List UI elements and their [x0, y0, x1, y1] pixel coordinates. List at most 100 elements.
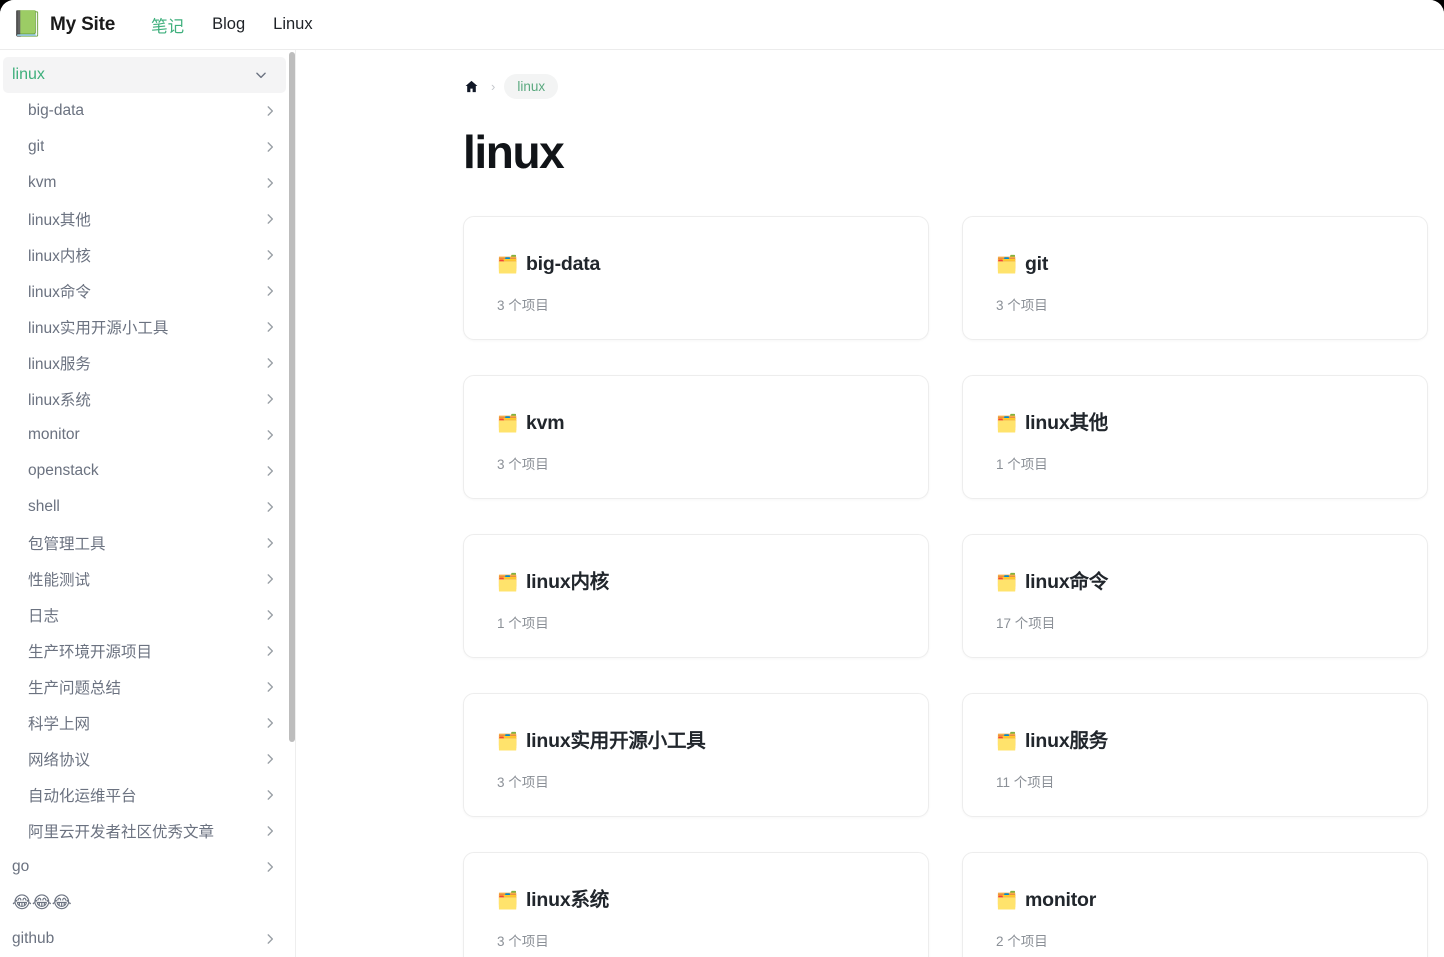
breadcrumb: › linux — [297, 72, 1444, 100]
sidebar-item-label: shell — [28, 498, 60, 515]
sidebar-item-阿里云开发者社区优秀文章[interactable]: 阿里云开发者社区优秀文章 — [0, 813, 295, 849]
sidebar-item-label: linux实用开源小工具 — [28, 320, 169, 337]
folder-card-title: 🗂️ linux内核 — [497, 570, 928, 593]
folder-card-count: 1 个项目 — [497, 616, 549, 632]
breadcrumb-current[interactable]: linux — [504, 73, 559, 99]
folder-card-title: 🗂️ linux其他 — [996, 411, 1427, 434]
sidebar-item-label: go — [12, 858, 30, 875]
chevron-right-icon — [263, 932, 277, 946]
folder-card[interactable]: 🗂️ big-data 3 个项目 — [463, 215, 929, 340]
chevron-right-icon — [263, 428, 277, 442]
sidebar-list: linux big-data git kvm linux其他 linux内核 linux命令… — [0, 50, 295, 957]
folder-card[interactable]: 🗂️ kvm 3 个项目 — [463, 374, 929, 499]
breadcrumb-separator: › — [491, 78, 496, 94]
sidebar-item-网络协议[interactable]: 网络协议 — [0, 741, 295, 777]
folder-card[interactable]: 🗂️ monitor 2 个项目 — [962, 851, 1428, 957]
folder-card-label: linux内核 — [525, 570, 610, 593]
card-index-dividers-icon: 🗂️ — [497, 572, 518, 592]
sidebar-item-label: linux — [12, 66, 45, 83]
sidebar-item-linux内核[interactable]: linux内核 — [0, 237, 295, 273]
sidebar-item-label: linux其他 — [28, 212, 91, 229]
sidebar-item-科学上网[interactable]: 科学上网 — [0, 705, 295, 741]
card-index-dividers-icon: 🗂️ — [996, 890, 1017, 910]
folder-card-title: 🗂️ monitor — [996, 888, 1427, 911]
site-title: My Site — [50, 13, 116, 35]
green-book-icon: 📗 — [11, 10, 43, 38]
sidebar-item-label: monitor — [28, 426, 80, 443]
folder-card-label: monitor — [1024, 888, 1097, 911]
sidebar-item-label: 性能测试 — [28, 572, 91, 589]
chevron-right-icon — [263, 392, 277, 406]
nav-item-notes[interactable]: 笔记 — [137, 9, 198, 41]
folder-card-title: 🗂️ linux命令 — [996, 570, 1427, 593]
sidebar-item-自动化运维平台[interactable]: 自动化运维平台 — [0, 777, 295, 813]
chevron-down-icon — [254, 68, 268, 82]
nav-item-blog[interactable]: Blog — [198, 11, 259, 38]
page-title: linux — [463, 126, 565, 178]
app-window: 📗 My Site 笔记 Blog Linux linux big-data git… — [0, 0, 1444, 957]
folder-card-count: 3 个项目 — [996, 298, 1048, 314]
chevron-right-icon — [263, 608, 277, 622]
sidebar-item-label: 自动化运维平台 — [28, 788, 137, 805]
sidebar-item-label: 包管理工具 — [28, 536, 106, 553]
sidebar-item-go[interactable]: go — [0, 849, 295, 885]
folder-card[interactable]: 🗂️ linux系统 3 个项目 — [463, 851, 929, 957]
folder-card-label: linux命令 — [1024, 570, 1109, 593]
sidebar-scrollbar-thumb[interactable] — [289, 52, 295, 742]
chevron-right-icon — [263, 572, 277, 586]
chevron-right-icon — [263, 464, 277, 478]
sidebar-item-label: 😂😂😂 — [12, 893, 72, 912]
sidebar-item-shell[interactable]: shell — [0, 489, 295, 525]
site-header: 📗 My Site 笔记 Blog Linux — [0, 0, 1444, 50]
folder-card-label: linux系统 — [525, 888, 610, 911]
folder-card[interactable]: 🗂️ linux服务 11 个项目 — [962, 692, 1428, 817]
home-icon[interactable] — [464, 77, 482, 95]
sidebar-item-linux命令[interactable]: linux命令 — [0, 273, 295, 309]
card-index-dividers-icon: 🗂️ — [497, 890, 518, 910]
sidebar-item-日志[interactable]: 日志 — [0, 597, 295, 633]
sidebar-item-big-data[interactable]: big-data — [0, 93, 295, 129]
sidebar-item-github[interactable]: github — [0, 921, 295, 957]
sidebar-item-label: kvm — [28, 174, 57, 191]
folder-card-label: linux其他 — [1024, 411, 1109, 434]
folder-card-label: linux实用开源小工具 — [525, 729, 706, 752]
sidebar-item-生产问题总结[interactable]: 生产问题总结 — [0, 669, 295, 705]
folder-card-count: 1 个项目 — [996, 457, 1048, 473]
folder-card[interactable]: 🗂️ linux其他 1 个项目 — [962, 374, 1428, 499]
chevron-right-icon — [263, 680, 277, 694]
card-index-dividers-icon: 🗂️ — [497, 254, 518, 274]
sidebar-item-label: 日志 — [28, 608, 60, 625]
chevron-right-icon — [263, 824, 277, 838]
sidebar-item-包管理工具[interactable]: 包管理工具 — [0, 525, 295, 561]
sidebar-item-git[interactable]: git — [0, 129, 295, 165]
card-index-dividers-icon: 🗂️ — [996, 413, 1017, 433]
sidebar-scrollbar-track[interactable] — [289, 50, 295, 957]
chevron-right-icon — [263, 140, 277, 154]
folder-card[interactable]: 🗂️ git 3 个项目 — [962, 215, 1428, 340]
chevron-right-icon — [263, 644, 277, 658]
folder-card-title: 🗂️ linux系统 — [497, 888, 928, 911]
sidebar-item-生产环境开源项目[interactable]: 生产环境开源项目 — [0, 633, 295, 669]
folder-card-label: big-data — [525, 252, 601, 275]
brand[interactable]: 📗 My Site — [11, 10, 116, 40]
sidebar-item-性能测试[interactable]: 性能测试 — [0, 561, 295, 597]
sidebar-item-linux系统[interactable]: linux系统 — [0, 381, 295, 417]
folder-card[interactable]: 🗂️ linux实用开源小工具 3 个项目 — [463, 692, 929, 817]
sidebar-item-linux其他[interactable]: linux其他 — [0, 201, 295, 237]
sidebar-item-linux[interactable]: linux — [3, 57, 286, 93]
sidebar-item--[interactable]: 😂😂😂 — [0, 885, 295, 921]
sidebar-item-monitor[interactable]: monitor — [0, 417, 295, 453]
folder-card[interactable]: 🗂️ linux内核 1 个项目 — [463, 533, 929, 658]
chevron-right-icon — [263, 248, 277, 262]
card-index-dividers-icon: 🗂️ — [497, 413, 518, 433]
folder-card-title: 🗂️ git — [996, 254, 1427, 275]
main-nav: 笔记 Blog Linux — [137, 9, 326, 41]
sidebar-item-linux服务[interactable]: linux服务 — [0, 345, 295, 381]
nav-item-linux[interactable]: Linux — [259, 11, 326, 38]
sidebar-item-linux实用开源小工具[interactable]: linux实用开源小工具 — [0, 309, 295, 345]
folder-card[interactable]: 🗂️ linux命令 17 个项目 — [962, 533, 1428, 658]
chevron-right-icon — [263, 356, 277, 370]
card-index-dividers-icon: 🗂️ — [497, 731, 518, 751]
sidebar-item-openstack[interactable]: openstack — [0, 453, 295, 489]
sidebar-item-kvm[interactable]: kvm — [0, 165, 295, 201]
